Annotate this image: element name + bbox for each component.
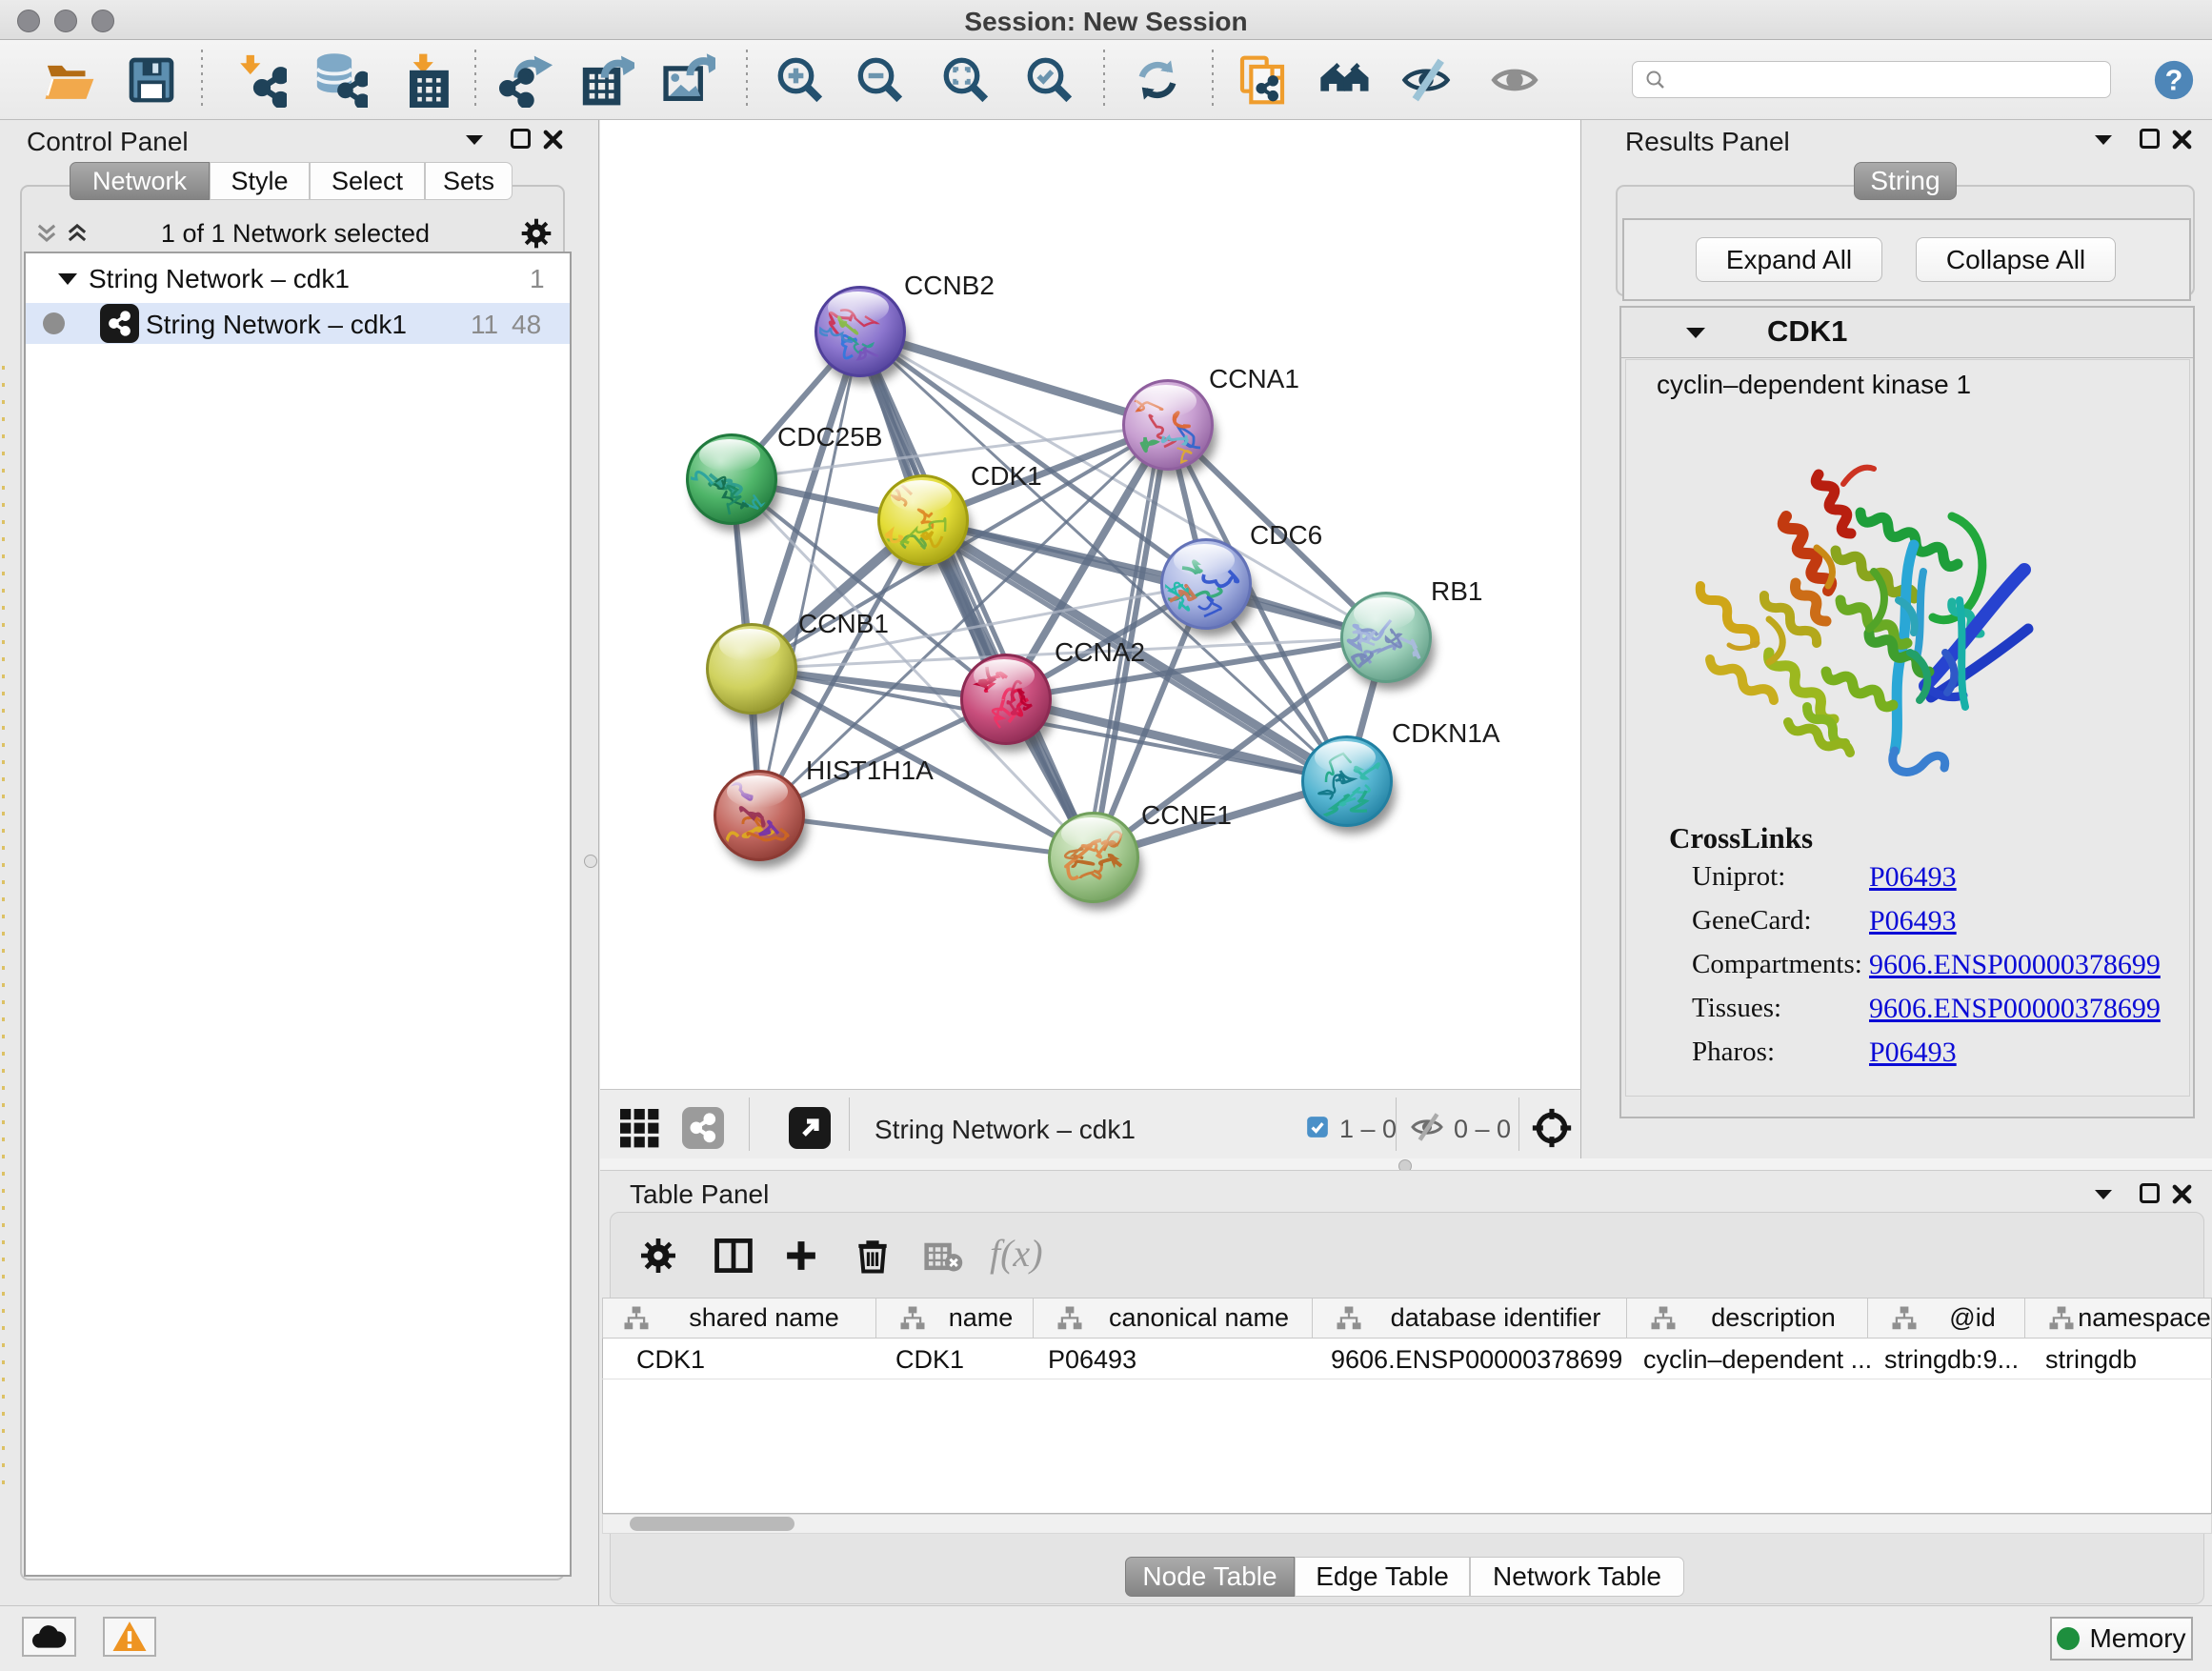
svg-text:CCNA2: CCNA2 — [1055, 637, 1145, 667]
svg-text:CCNA1: CCNA1 — [1209, 364, 1299, 393]
svg-text:HIST1H1A: HIST1H1A — [806, 755, 934, 785]
svg-text:CCNB1: CCNB1 — [798, 609, 889, 638]
svg-text:CDKN1A: CDKN1A — [1392, 718, 1500, 748]
svg-text:RB1: RB1 — [1431, 576, 1482, 606]
svg-text:?: ? — [2165, 65, 2183, 97]
svg-text:CDK1: CDK1 — [971, 461, 1042, 491]
svg-text:CCNB2: CCNB2 — [904, 271, 995, 300]
svg-text:CDC25B: CDC25B — [777, 422, 882, 452]
svg-text:CDC6: CDC6 — [1250, 520, 1322, 550]
svg-text:CCNE1: CCNE1 — [1141, 800, 1232, 830]
